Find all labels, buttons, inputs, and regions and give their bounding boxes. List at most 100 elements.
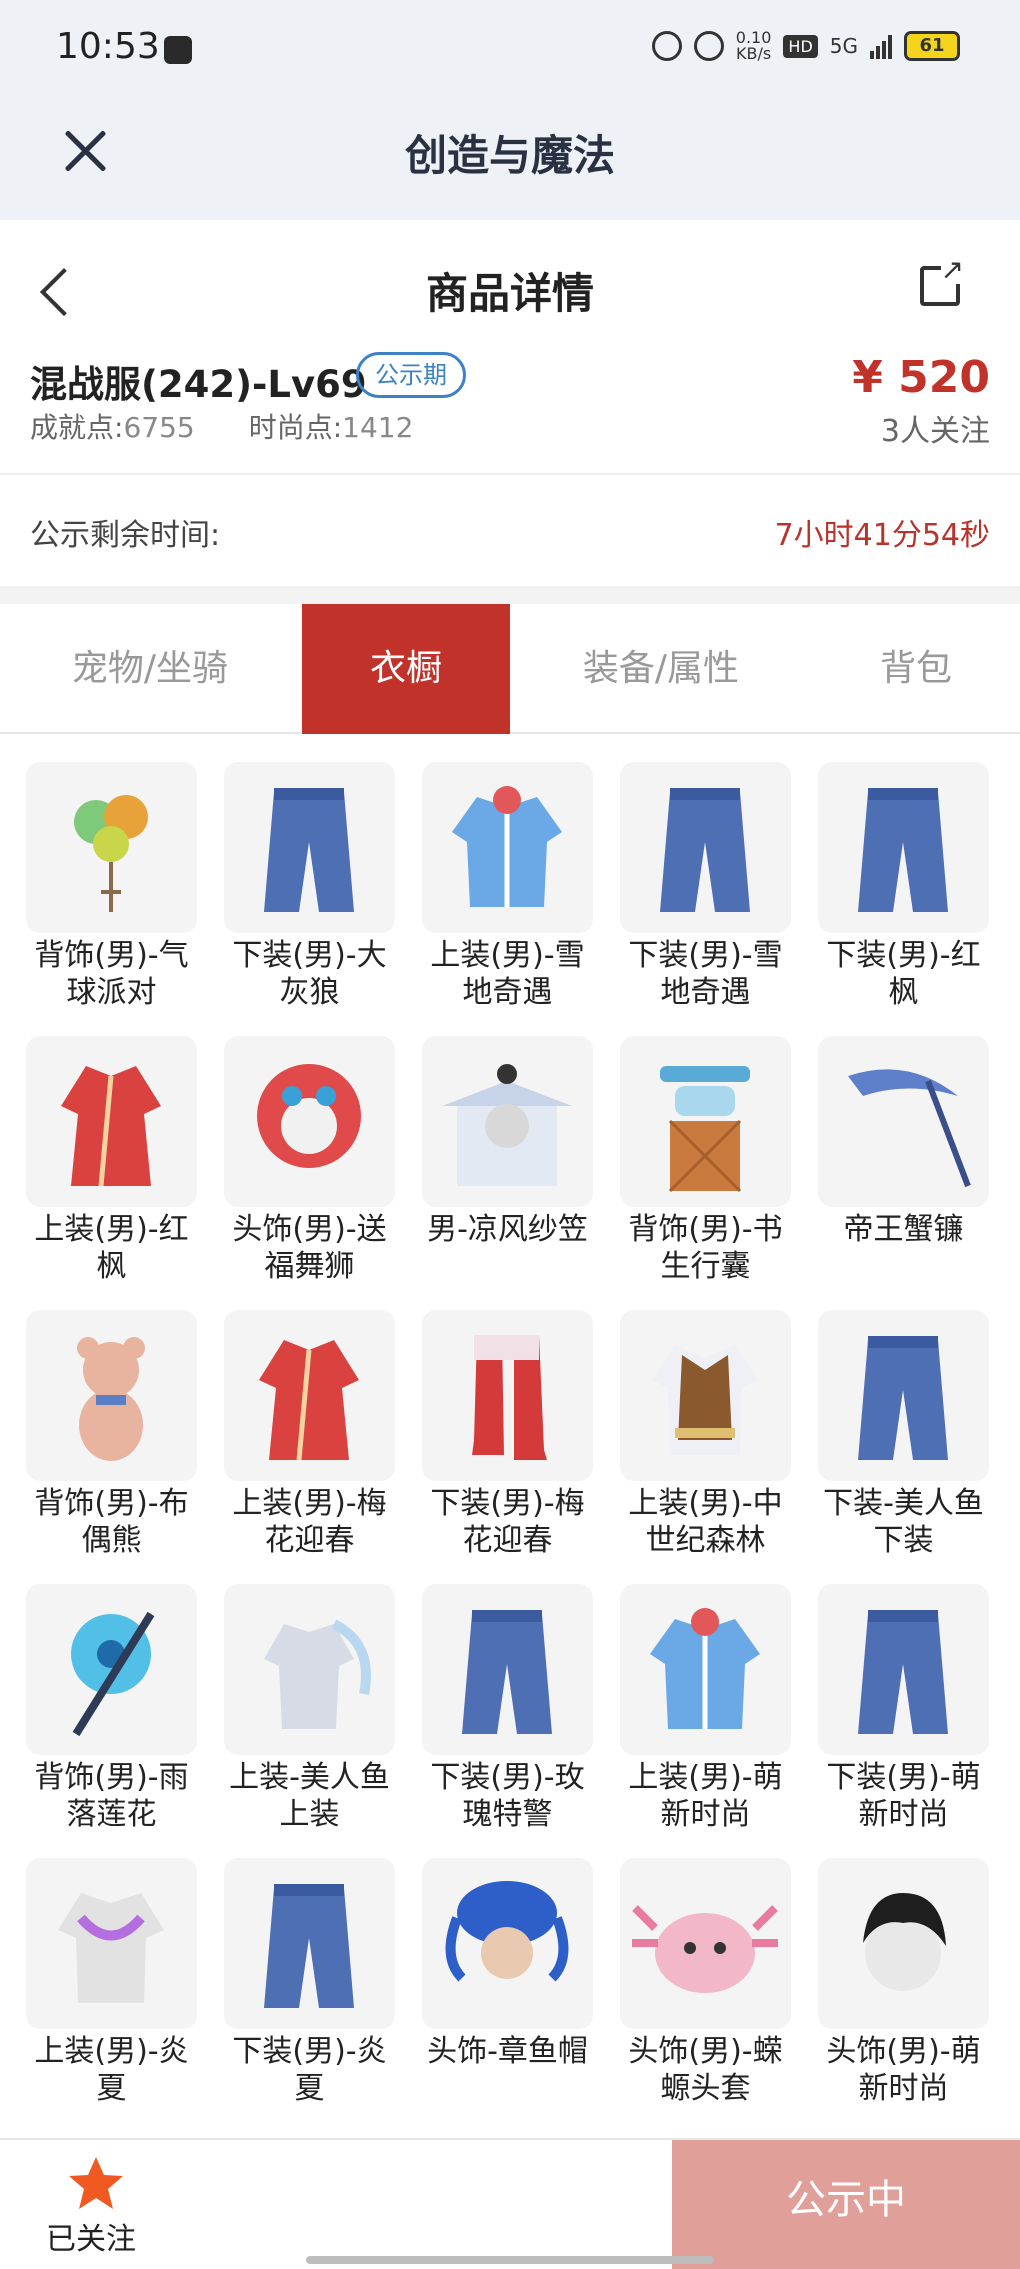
wardrobe-item[interactable]: 下装(男)-红枫 [818, 762, 989, 1036]
teddy-bear-icon[interactable] [26, 1310, 197, 1481]
hair-icon[interactable] [818, 1858, 989, 2029]
pants-icon[interactable] [818, 1310, 989, 1481]
wardrobe-item[interactable]: 头饰(男)-萌新时尚 [818, 1858, 989, 2127]
wardrobe-item[interactable]: 头饰-章鱼帽 [422, 1858, 593, 2127]
wardrobe-item-name: 下装(男)-萌新时尚 [826, 1760, 981, 1832]
wardrobe-item[interactable]: 头饰(男)-送福舞狮 [224, 1036, 395, 1310]
wardrobe-item-name: 下装(男)-玫瑰特警 [430, 1760, 585, 1832]
axolotl-head-icon[interactable] [620, 1858, 791, 2029]
product-name: 混战服(242)-Lv69 [30, 363, 367, 406]
wardrobe-item[interactable]: 帝王蟹镰 [818, 1036, 989, 1310]
product-stats: 成就点:6755 时尚点:1412 [30, 406, 413, 446]
wardrobe-item[interactable]: 上装(男)-中世纪森林 [620, 1310, 791, 1584]
wardrobe-grid: 背饰(男)-气球派对 下装(男)-大灰狼 上装(男)-雪地奇遇 下装(男)-雪地奇遇下… [26, 762, 1000, 2127]
wardrobe-item[interactable]: 下装(男)-大灰狼 [224, 762, 395, 1036]
jacket-icon[interactable] [422, 762, 593, 933]
tab-wardrobe[interactable]: 衣橱 [302, 604, 510, 734]
tab-equipment-attributes[interactable]: 装备/属性 [510, 604, 812, 734]
wardrobe-item-name: 下装(男)-雪地奇遇 [628, 938, 783, 1010]
tab-pets-mounts[interactable]: 宠物/坐骑 [0, 604, 300, 734]
app-title-bar: 创造与魔法 [0, 100, 1020, 220]
wardrobe-item[interactable]: 上装(男)-萌新时尚 [620, 1584, 791, 1858]
share-icon[interactable] [920, 256, 964, 306]
wardrobe-item[interactable]: 背饰(男)-气球派对 [26, 762, 197, 1036]
pants-icon[interactable] [224, 762, 395, 933]
wardrobe-item-name: 下装(男)-梅花迎春 [430, 1486, 585, 1558]
pants-icon[interactable] [620, 762, 791, 933]
wardrobe-item[interactable]: 上装(男)-雪地奇遇 [422, 762, 593, 1036]
robe-icon[interactable] [224, 1310, 395, 1481]
lion-head-icon[interactable] [224, 1036, 395, 1207]
follow-label[interactable]: 已关注 [46, 2214, 136, 2258]
wardrobe-item[interactable]: 下装(男)-梅花迎春 [422, 1310, 593, 1584]
achievement-value: 6755 [123, 411, 195, 444]
wardrobe-item[interactable]: 男-凉风纱笠 [422, 1036, 593, 1310]
app-notification-icon [164, 36, 192, 64]
wardrobe-item-name: 下装(男)-炎夏 [232, 2034, 387, 2106]
wardrobe-item[interactable]: 下装(男)-雪地奇遇 [620, 762, 791, 1036]
price: ¥ 520 [852, 352, 990, 403]
page-title: 商品详情 [425, 269, 594, 318]
wardrobe-item-name: 上装(男)-中世纪森林 [628, 1486, 783, 1558]
wardrobe-item[interactable]: 上装(男)-梅花迎春 [224, 1310, 395, 1584]
wardrobe-item-name: 下装-美人鱼下装 [823, 1486, 984, 1558]
pants-icon[interactable] [422, 1584, 593, 1755]
wardrobe-item-name: 头饰(男)-萌新时尚 [826, 2034, 981, 2106]
wardrobe-item-name: 头饰(男)-蝾螈头套 [628, 2034, 783, 2106]
alarm-icon [651, 31, 682, 61]
wardrobe-item-name: 男-凉风纱笠 [427, 1212, 588, 1247]
wardrobe-item[interactable]: 下装(男)-玫瑰特警 [422, 1584, 593, 1858]
network-type: 5G [829, 34, 858, 58]
wardrobe-item[interactable]: 背饰(男)-雨落莲花 [26, 1584, 197, 1858]
app-title: 创造与魔法 [404, 131, 615, 180]
page-header: 商品详情 [0, 220, 1020, 350]
wardrobe-item-name: 下装(男)-红枫 [826, 938, 981, 1010]
wardrobe-item[interactable]: 下装-美人鱼下装 [818, 1310, 989, 1584]
jacket-icon[interactable] [620, 1584, 791, 1755]
torso-icon[interactable] [26, 1858, 197, 2029]
tab-backpack[interactable]: 背包 [812, 604, 1020, 734]
boots-icon[interactable] [422, 1310, 593, 1481]
clock: 10:53 [56, 26, 160, 67]
scythe-icon[interactable] [818, 1036, 989, 1207]
pants-icon[interactable] [224, 1858, 395, 2029]
wardrobe-item[interactable]: 头饰(男)-蝾螈头套 [620, 1858, 791, 2127]
follower-count: 3人关注 [880, 414, 990, 449]
hat-icon[interactable] [422, 1036, 593, 1207]
wardrobe-item[interactable]: 背饰(男)-书生行囊 [620, 1036, 791, 1310]
wardrobe-item-name: 上装(男)-雪地奇遇 [430, 938, 585, 1010]
octopus-hat-icon[interactable] [422, 1858, 593, 2029]
countdown-label: 公示剩余时间: [30, 518, 221, 553]
wardrobe-item[interactable]: 下装(男)-炎夏 [224, 1858, 395, 2127]
tab-bar: 宠物/坐骑 衣橱 装备/属性 背包 [0, 604, 1020, 734]
mute-icon [693, 31, 724, 61]
fashion-value: 1412 [342, 411, 414, 444]
balloon-icon[interactable] [26, 762, 197, 933]
section-divider [0, 586, 1020, 604]
pants-icon[interactable] [818, 762, 989, 933]
star-icon[interactable] [66, 2154, 126, 2214]
wardrobe-item[interactable]: 背饰(男)-布偶熊 [26, 1310, 197, 1584]
wardrobe-item-name: 头饰-章鱼帽 [427, 2034, 588, 2069]
wardrobe-item[interactable]: 上装-美人鱼上装 [224, 1584, 395, 1858]
umbrella-icon[interactable] [26, 1584, 197, 1755]
countdown-value: 7小时41分54秒 [774, 518, 990, 553]
status-button[interactable]: 公示中 [672, 2140, 1020, 2269]
status-badge: 公示期 [356, 352, 466, 398]
wardrobe-item[interactable]: 上装(男)-炎夏 [26, 1858, 197, 2127]
vest-icon[interactable] [620, 1310, 791, 1481]
wardrobe-item[interactable]: 上装(男)-红枫 [26, 1036, 197, 1310]
network-speed-unit: KB/s [735, 44, 772, 63]
wardrobe-item-name: 上装(男)-红枫 [34, 1212, 189, 1284]
wardrobe-item-name: 背饰(男)-气球派对 [34, 938, 189, 1010]
shirt-icon[interactable] [224, 1584, 395, 1755]
wardrobe-item-name: 上装-美人鱼上装 [229, 1760, 390, 1832]
pants-icon[interactable] [818, 1584, 989, 1755]
backpack-icon[interactable] [620, 1036, 791, 1207]
wardrobe-item-name: 背饰(男)-布偶熊 [34, 1486, 189, 1558]
wardrobe-item-name: 头饰(男)-送福舞狮 [232, 1212, 387, 1284]
wardrobe-item[interactable]: 下装(男)-萌新时尚 [818, 1584, 989, 1858]
robe-icon[interactable] [26, 1036, 197, 1207]
wardrobe-item-name: 下装(男)-大灰狼 [232, 938, 387, 1010]
wardrobe-item-name: 帝王蟹镰 [843, 1212, 964, 1247]
